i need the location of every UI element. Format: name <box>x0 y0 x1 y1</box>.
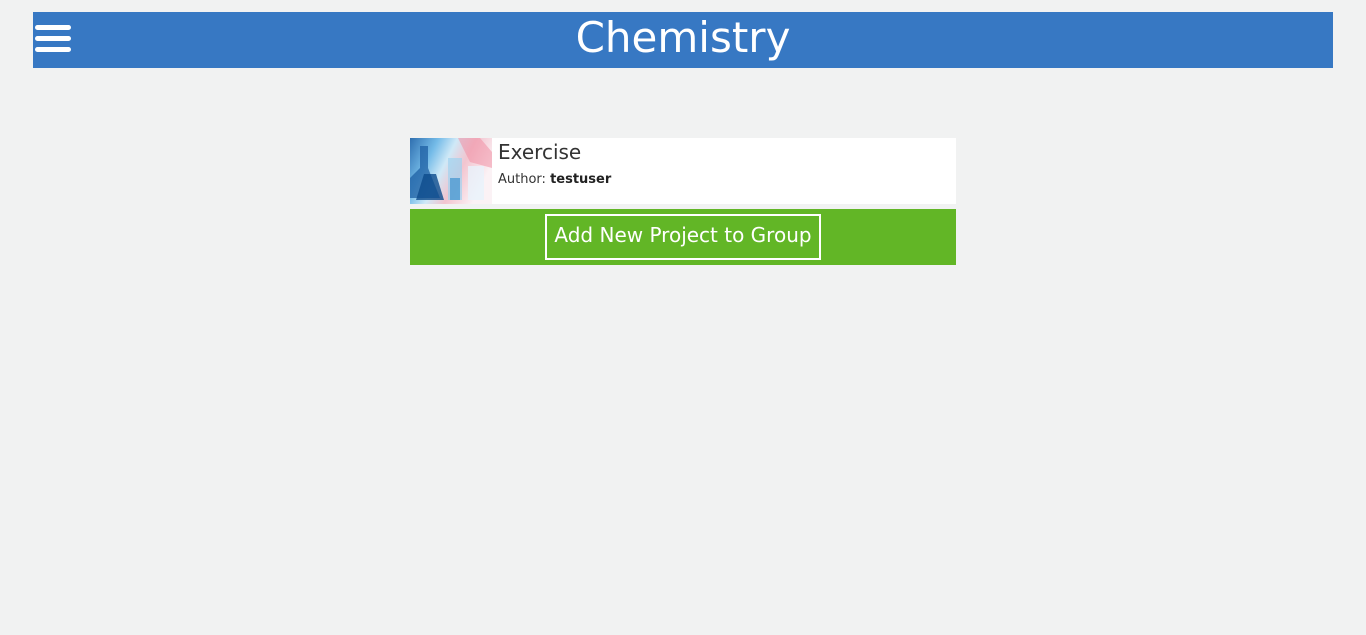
add-project-bar: Add New Project to Group <box>410 209 956 265</box>
chemistry-glassware-image <box>410 138 492 204</box>
project-author: Author: testuser <box>498 172 611 187</box>
add-new-project-button[interactable]: Add New Project to Group <box>545 214 821 260</box>
project-thumbnail <box>410 138 492 204</box>
project-card[interactable]: Exercise Author: testuser <box>410 138 956 204</box>
page-title: Chemistry <box>575 13 791 62</box>
author-name: testuser <box>550 172 612 187</box>
project-title[interactable]: Exercise <box>498 140 581 164</box>
author-label: Author: <box>498 172 551 187</box>
header-bar: Chemistry <box>33 12 1333 68</box>
